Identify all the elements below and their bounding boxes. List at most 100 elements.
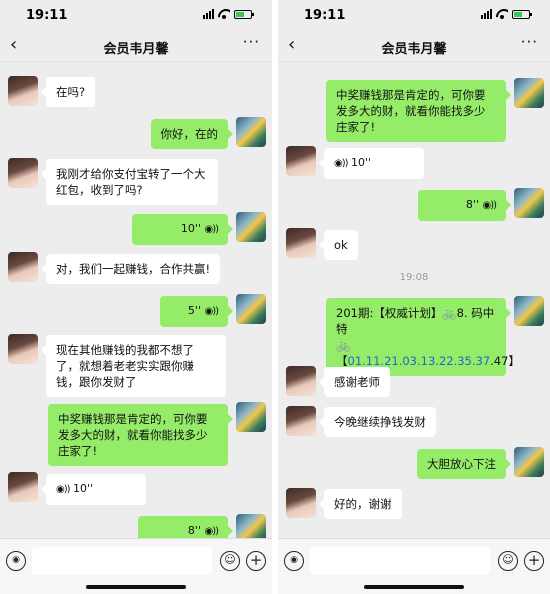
my-avatar[interactable] — [236, 294, 266, 324]
battery-icon — [234, 9, 254, 19]
voice-duration: 10'' — [180, 222, 201, 235]
voice-icon: ◉)) — [334, 158, 348, 169]
my-avatar[interactable] — [514, 447, 544, 477]
more-icon[interactable]: ··· — [243, 33, 260, 51]
message-text: 中奖赚钱那是肯定的，可你要发多大的财，就看你能找多少庄家了! — [336, 88, 486, 134]
message-bubble[interactable]: 大胆放心下注 — [417, 449, 511, 479]
message-text: 201期:【权威计划】 — [336, 306, 443, 320]
voice-icon: ◉)) — [204, 306, 218, 317]
message-text: 在吗? — [56, 85, 86, 99]
message-text: 感谢老师 — [334, 375, 380, 389]
chat-title: 会员韦月馨 — [103, 42, 169, 57]
status-time: 19:11 — [304, 8, 346, 23]
status-bar: 19:11 — [0, 0, 272, 30]
contact-avatar[interactable] — [286, 406, 316, 436]
message-text: 现在其他赚钱的我都不想了了，就想着老老实实跟你赚钱，跟你发财了 — [56, 343, 194, 389]
voice-message[interactable]: 5'' ◉)) — [160, 296, 233, 327]
voice-message[interactable]: 8'' ◉)) — [418, 190, 511, 221]
voice-message[interactable]: 10'' ◉)) — [132, 214, 233, 245]
voice-duration: 5'' — [187, 304, 201, 317]
contact-avatar[interactable] — [8, 472, 38, 502]
my-avatar[interactable] — [514, 78, 544, 108]
message-bubble[interactable]: 感谢老师 — [319, 367, 390, 397]
message-bubble[interactable]: 现在其他赚钱的我都不想了了，就想着老老实实跟你赚钱，跟你发财了 — [41, 335, 226, 397]
emoji-icon[interactable]: ☺ — [220, 551, 240, 571]
message-text: 你好，在的 — [160, 127, 219, 141]
status-icons — [203, 9, 254, 19]
bicycle-icon: 🚲 — [442, 306, 457, 320]
contact-avatar[interactable] — [286, 488, 316, 518]
message-bubble[interactable]: 对，我们一起赚钱，合作共赢! — [40, 254, 221, 284]
contact-avatar[interactable] — [286, 146, 316, 176]
voice-duration: 10'' — [73, 482, 94, 495]
message-list[interactable]: 中奖赚钱那是肯定的，可你要发多大的财，就看你能找多少庄家了! ◉)) 10'' … — [278, 62, 550, 538]
nav-bar: ‹ 会员韦月馨 ··· — [0, 30, 272, 62]
message-text: .47】 — [490, 354, 520, 368]
message-text: 中奖赚钱那是肯定的，可你要发多大的财，就看你能找多少庄家了! — [58, 412, 208, 458]
home-indicator — [364, 585, 464, 589]
contact-avatar[interactable] — [8, 334, 38, 364]
plus-icon[interactable]: + — [524, 551, 544, 571]
my-avatar[interactable] — [514, 296, 544, 326]
message-text: 大胆放心下注 — [427, 457, 496, 471]
contact-avatar[interactable] — [8, 158, 38, 188]
status-icons — [481, 9, 532, 19]
voice-duration: 8'' — [465, 198, 479, 211]
plus-icon[interactable]: + — [246, 551, 266, 571]
more-icon[interactable]: ··· — [521, 33, 538, 51]
contact-avatar[interactable] — [8, 252, 38, 282]
chat-screen-left: 19:11 ‹ 会员韦月馨 ··· 在吗? 你好，在的 我刚才给你支付宝转了一个… — [0, 0, 272, 594]
message-bubble[interactable]: 今晚继续挣钱发财 — [319, 407, 436, 437]
input-bar: ◉ ☺ + — [278, 538, 550, 594]
message-bubble[interactable]: 你好，在的 — [150, 119, 233, 149]
voice-duration: 10'' — [351, 156, 372, 169]
nav-bar: ‹ 会员韦月馨 ··· — [278, 30, 550, 62]
my-avatar[interactable] — [514, 188, 544, 218]
message-text: 对，我们一起赚钱，合作共赢! — [56, 262, 211, 276]
signal-icon — [481, 9, 492, 19]
my-avatar[interactable] — [236, 117, 266, 147]
message-bubble[interactable]: 我刚才给你支付宝转了一个大红包，收到了吗? — [41, 159, 218, 205]
voice-icon: ◉)) — [204, 526, 218, 537]
voice-icon: ◉)) — [482, 200, 496, 211]
message-bubble[interactable]: ok — [319, 230, 358, 260]
voice-message[interactable]: ◉)) 10'' — [319, 148, 424, 179]
message-input[interactable] — [32, 547, 212, 575]
voice-input-icon[interactable]: ◉ — [284, 551, 304, 571]
voice-duration: 8'' — [187, 524, 201, 537]
voice-icon: ◉)) — [204, 224, 218, 235]
bicycle-icon: 🚲 — [336, 338, 351, 352]
timestamp: 19:08 — [399, 272, 429, 283]
status-bar: 19:11 — [278, 0, 550, 30]
status-time: 19:11 — [26, 8, 68, 23]
message-bubble[interactable]: 201期:【权威计划】🚲8. 码中特 🚲 【01.11.21.03.13.22.35… — [326, 298, 520, 376]
message-bubble[interactable]: 中奖赚钱那是肯定的，可你要发多大的财，就看你能找多少庄家了! — [48, 404, 233, 466]
chat-screen-right: 19:11 ‹ 会员韦月馨 ··· 中奖赚钱那是肯定的，可你要发多大的财，就看你… — [278, 0, 550, 594]
message-text: 今晚继续挣钱发财 — [334, 415, 426, 429]
contact-avatar[interactable] — [286, 228, 316, 258]
voice-message[interactable]: 8'' ◉)) — [138, 516, 233, 538]
wifi-icon — [218, 9, 230, 19]
battery-icon — [512, 9, 532, 19]
lottery-numbers: 01.11.21.03.13.22.35.37 — [347, 354, 491, 368]
message-list[interactable]: 在吗? 你好，在的 我刚才给你支付宝转了一个大红包，收到了吗? 10'' ◉))… — [0, 62, 272, 538]
message-bubble[interactable]: 好的，谢谢 — [319, 489, 402, 519]
chat-title: 会员韦月馨 — [381, 42, 447, 57]
emoji-icon[interactable]: ☺ — [498, 551, 518, 571]
message-bubble[interactable]: 在吗? — [40, 77, 96, 107]
my-avatar[interactable] — [236, 212, 266, 242]
contact-avatar[interactable] — [8, 76, 38, 106]
voice-icon: ◉)) — [56, 484, 70, 495]
message-text: 我刚才给你支付宝转了一个大红包，收到了吗? — [56, 167, 206, 197]
voice-input-icon[interactable]: ◉ — [6, 551, 26, 571]
wifi-icon — [496, 9, 508, 19]
my-avatar[interactable] — [236, 514, 266, 538]
message-bubble[interactable]: 中奖赚钱那是肯定的，可你要发多大的财，就看你能找多少庄家了! — [326, 80, 511, 142]
message-text: 【 — [336, 354, 348, 368]
message-input[interactable] — [310, 547, 490, 575]
signal-icon — [203, 9, 214, 19]
contact-avatar[interactable] — [286, 366, 316, 396]
voice-message[interactable]: ◉)) 10'' — [41, 474, 146, 505]
my-avatar[interactable] — [236, 402, 266, 432]
message-text: 好的，谢谢 — [334, 497, 392, 511]
